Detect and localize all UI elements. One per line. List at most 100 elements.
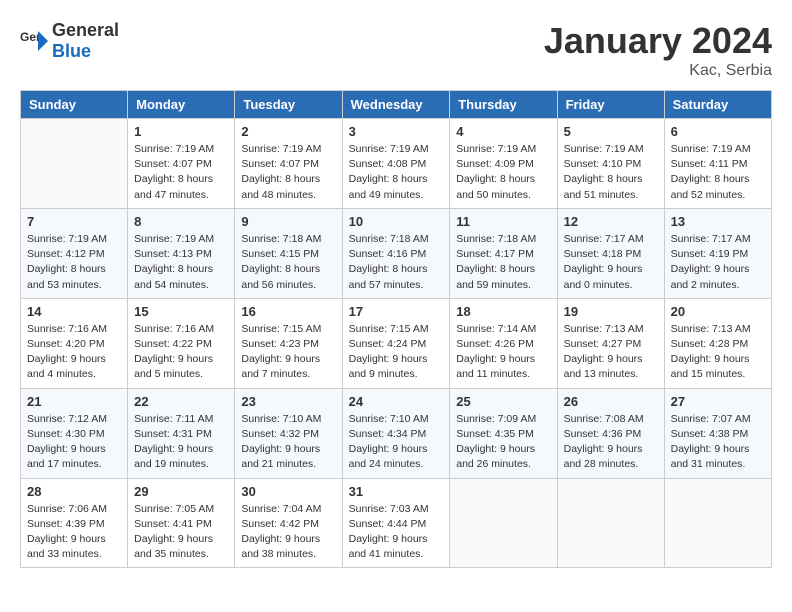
calendar-cell: 18 Sunrise: 7:14 AMSunset: 4:26 PMDayligh… — [450, 298, 557, 388]
day-number: 16 — [241, 304, 335, 319]
day-number: 6 — [671, 124, 765, 139]
weekday-header-row: SundayMondayTuesdayWednesdayThursdayFrid… — [21, 91, 772, 119]
calendar-cell: 2 Sunrise: 7:19 AMSunset: 4:07 PMDaylight… — [235, 119, 342, 209]
day-info: Sunrise: 7:10 AMSunset: 4:32 PMDaylight:… — [241, 412, 335, 473]
calendar-cell: 13 Sunrise: 7:17 AMSunset: 4:19 PMDayligh… — [664, 208, 771, 298]
logo-general-text: General — [52, 20, 119, 40]
calendar-cell: 12 Sunrise: 7:17 AMSunset: 4:18 PMDayligh… — [557, 208, 664, 298]
day-number: 11 — [456, 214, 550, 229]
day-info: Sunrise: 7:19 AMSunset: 4:07 PMDaylight:… — [241, 142, 335, 203]
day-info: Sunrise: 7:05 AMSunset: 4:41 PMDaylight:… — [134, 502, 228, 563]
weekday-header-thursday: Thursday — [450, 91, 557, 119]
day-number: 29 — [134, 484, 228, 499]
day-info: Sunrise: 7:17 AMSunset: 4:18 PMDaylight:… — [564, 232, 658, 293]
weekday-header-tuesday: Tuesday — [235, 91, 342, 119]
week-row-5: 28 Sunrise: 7:06 AMSunset: 4:39 PMDayligh… — [21, 478, 772, 568]
weekday-header-sunday: Sunday — [21, 91, 128, 119]
calendar-cell: 14 Sunrise: 7:16 AMSunset: 4:20 PMDayligh… — [21, 298, 128, 388]
day-info: Sunrise: 7:19 AMSunset: 4:11 PMDaylight:… — [671, 142, 765, 203]
day-number: 4 — [456, 124, 550, 139]
calendar-cell: 9 Sunrise: 7:18 AMSunset: 4:15 PMDaylight… — [235, 208, 342, 298]
calendar-cell: 24 Sunrise: 7:10 AMSunset: 4:34 PMDayligh… — [342, 388, 450, 478]
day-info: Sunrise: 7:18 AMSunset: 4:16 PMDaylight:… — [349, 232, 444, 293]
calendar-cell: 17 Sunrise: 7:15 AMSunset: 4:24 PMDayligh… — [342, 298, 450, 388]
weekday-header-wednesday: Wednesday — [342, 91, 450, 119]
day-number: 1 — [134, 124, 228, 139]
day-info: Sunrise: 7:19 AMSunset: 4:10 PMDaylight:… — [564, 142, 658, 203]
day-info: Sunrise: 7:12 AMSunset: 4:30 PMDaylight:… — [27, 412, 121, 473]
calendar-cell: 10 Sunrise: 7:18 AMSunset: 4:16 PMDayligh… — [342, 208, 450, 298]
day-info: Sunrise: 7:16 AMSunset: 4:20 PMDaylight:… — [27, 322, 121, 383]
day-info: Sunrise: 7:19 AMSunset: 4:07 PMDaylight:… — [134, 142, 228, 203]
day-info: Sunrise: 7:19 AMSunset: 4:08 PMDaylight:… — [349, 142, 444, 203]
day-number: 14 — [27, 304, 121, 319]
calendar-cell: 21Sunrise: 7:12 AMSunset: 4:30 PMDayligh… — [21, 388, 128, 478]
day-number: 22 — [134, 394, 228, 409]
calendar-cell: 26 Sunrise: 7:08 AMSunset: 4:36 PMDayligh… — [557, 388, 664, 478]
day-info: Sunrise: 7:07 AMSunset: 4:38 PMDaylight:… — [671, 412, 765, 473]
calendar-cell: 1 Sunrise: 7:19 AMSunset: 4:07 PMDaylight… — [128, 119, 235, 209]
calendar-cell: 5Sunrise: 7:19 AMSunset: 4:10 PMDaylight… — [557, 119, 664, 209]
day-info: Sunrise: 7:13 AMSunset: 4:27 PMDaylight:… — [564, 322, 658, 383]
calendar-cell: 7 Sunrise: 7:19 AMSunset: 4:12 PMDaylight… — [21, 208, 128, 298]
day-number: 31 — [349, 484, 444, 499]
day-number: 28 — [27, 484, 121, 499]
day-number: 19 — [564, 304, 658, 319]
calendar-cell: 6 Sunrise: 7:19 AMSunset: 4:11 PMDaylight… — [664, 119, 771, 209]
day-number: 15 — [134, 304, 228, 319]
calendar-cell: 4 Sunrise: 7:19 AMSunset: 4:09 PMDaylight… — [450, 119, 557, 209]
day-number: 24 — [349, 394, 444, 409]
week-row-3: 14 Sunrise: 7:16 AMSunset: 4:20 PMDayligh… — [21, 298, 772, 388]
day-info: Sunrise: 7:15 AMSunset: 4:23 PMDaylight:… — [241, 322, 335, 383]
day-number: 25 — [456, 394, 550, 409]
day-number: 23 — [241, 394, 335, 409]
weekday-header-monday: Monday — [128, 91, 235, 119]
logo-blue-text: Blue — [52, 41, 91, 61]
day-number: 18 — [456, 304, 550, 319]
weekday-header-saturday: Saturday — [664, 91, 771, 119]
day-info: Sunrise: 7:19 AMSunset: 4:13 PMDaylight:… — [134, 232, 228, 293]
week-row-1: 1 Sunrise: 7:19 AMSunset: 4:07 PMDaylight… — [21, 119, 772, 209]
calendar-cell: 8Sunrise: 7:19 AMSunset: 4:13 PMDaylight… — [128, 208, 235, 298]
calendar-cell: 3 Sunrise: 7:19 AMSunset: 4:08 PMDaylight… — [342, 119, 450, 209]
calendar-cell: 19 Sunrise: 7:13 AMSunset: 4:27 PMDayligh… — [557, 298, 664, 388]
day-number: 17 — [349, 304, 444, 319]
day-number: 9 — [241, 214, 335, 229]
day-info: Sunrise: 7:13 AMSunset: 4:28 PMDaylight:… — [671, 322, 765, 383]
day-info: Sunrise: 7:10 AMSunset: 4:34 PMDaylight:… — [349, 412, 444, 473]
day-number: 13 — [671, 214, 765, 229]
calendar-cell — [21, 119, 128, 209]
calendar-cell: 30Sunrise: 7:04 AMSunset: 4:42 PMDayligh… — [235, 478, 342, 568]
calendar-cell: 29 Sunrise: 7:05 AMSunset: 4:41 PMDayligh… — [128, 478, 235, 568]
day-info: Sunrise: 7:14 AMSunset: 4:26 PMDaylight:… — [456, 322, 550, 383]
day-info: Sunrise: 7:18 AMSunset: 4:15 PMDaylight:… — [241, 232, 335, 293]
calendar-cell: 20 Sunrise: 7:13 AMSunset: 4:28 PMDayligh… — [664, 298, 771, 388]
day-info: Sunrise: 7:17 AMSunset: 4:19 PMDaylight:… — [671, 232, 765, 293]
day-number: 26 — [564, 394, 658, 409]
day-number: 3 — [349, 124, 444, 139]
day-info: Sunrise: 7:03 AMSunset: 4:44 PMDaylight:… — [349, 502, 444, 563]
calendar-cell: 28 Sunrise: 7:06 AMSunset: 4:39 PMDayligh… — [21, 478, 128, 568]
day-info: Sunrise: 7:19 AMSunset: 4:09 PMDaylight:… — [456, 142, 550, 203]
day-number: 7 — [27, 214, 121, 229]
weekday-header-friday: Friday — [557, 91, 664, 119]
day-info: Sunrise: 7:18 AMSunset: 4:17 PMDaylight:… — [456, 232, 550, 293]
calendar-cell: 15Sunrise: 7:16 AMSunset: 4:22 PMDayligh… — [128, 298, 235, 388]
day-number: 12 — [564, 214, 658, 229]
day-info: Sunrise: 7:15 AMSunset: 4:24 PMDaylight:… — [349, 322, 444, 383]
day-number: 20 — [671, 304, 765, 319]
day-info: Sunrise: 7:19 AMSunset: 4:12 PMDaylight:… — [27, 232, 121, 293]
day-number: 27 — [671, 394, 765, 409]
day-number: 10 — [349, 214, 444, 229]
day-info: Sunrise: 7:06 AMSunset: 4:39 PMDaylight:… — [27, 502, 121, 563]
calendar-cell: 11 Sunrise: 7:18 AMSunset: 4:17 PMDayligh… — [450, 208, 557, 298]
month-title: January 2024 — [544, 20, 772, 62]
logo: Gen General Blue — [20, 20, 119, 62]
week-row-4: 21Sunrise: 7:12 AMSunset: 4:30 PMDayligh… — [21, 388, 772, 478]
calendar-table: SundayMondayTuesdayWednesdayThursdayFrid… — [20, 90, 772, 568]
day-info: Sunrise: 7:11 AMSunset: 4:31 PMDaylight:… — [134, 412, 228, 473]
calendar-cell — [557, 478, 664, 568]
day-info: Sunrise: 7:08 AMSunset: 4:36 PMDaylight:… — [564, 412, 658, 473]
day-number: 2 — [241, 124, 335, 139]
calendar-cell: 31 Sunrise: 7:03 AMSunset: 4:44 PMDayligh… — [342, 478, 450, 568]
